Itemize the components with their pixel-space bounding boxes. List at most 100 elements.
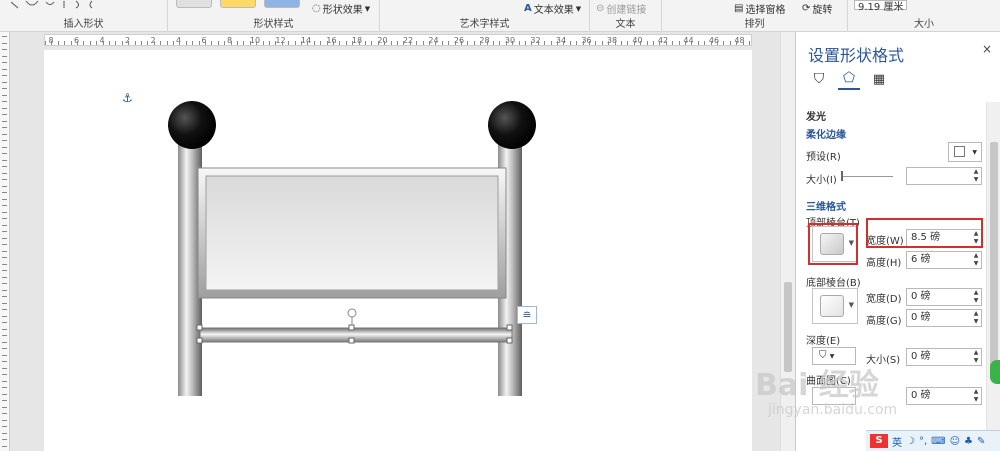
preset-dropdown[interactable]: ▼ — [948, 142, 982, 162]
shape-width-field[interactable]: 9.19 厘米 — [854, 0, 908, 13]
ruler-tick — [384, 41, 386, 45]
ruler-tick — [313, 41, 315, 45]
selection-pane-icon: ▤ — [734, 3, 744, 14]
size-label: 大小(I) — [806, 175, 837, 186]
selection-pane-button[interactable]: ▤ 选择窗格 — [734, 1, 785, 16]
size-slider[interactable] — [841, 176, 893, 177]
pane-scrollbar[interactable] — [986, 102, 1000, 451]
ruler-tick — [294, 41, 296, 45]
ruler-tick — [627, 41, 629, 45]
top-height-label: 高度(H) — [866, 258, 902, 269]
ruler-tick — [2, 198, 7, 200]
rotate-label: 旋转 — [812, 5, 833, 16]
tab-size-properties[interactable]: ▦ — [868, 68, 890, 90]
top-height-value: 6 磅 — [911, 254, 931, 265]
spin-arrows[interactable]: ▲ ▼ — [971, 310, 981, 326]
text-effect-button[interactable]: A 文本效果 ▼ — [524, 1, 581, 16]
ruler-tick — [198, 41, 200, 45]
ruler-tick — [2, 367, 7, 369]
ruler-tick — [685, 41, 686, 45]
ruler-tick — [2, 172, 7, 174]
style-swatch-yellow[interactable] — [220, 0, 256, 8]
spin-arrows[interactable]: ▲ ▼ — [971, 349, 981, 365]
spin-arrows[interactable]: ▲ ▼ — [971, 168, 981, 184]
group-label-text: 文本 — [615, 19, 636, 30]
section-3d-format[interactable]: 三维格式 — [806, 198, 846, 213]
document-area: 8642246810121416182022242628303234363840… — [0, 32, 795, 451]
ruler-tick — [710, 41, 712, 45]
ruler-tick — [589, 41, 590, 45]
bottom-width-input[interactable]: 0 磅 ▲ ▼ — [906, 288, 982, 306]
ruler-tick — [2, 146, 7, 148]
spin-arrows[interactable]: ▲ ▼ — [971, 388, 981, 404]
ruler-tick — [653, 41, 654, 45]
ruler-tick — [576, 41, 578, 45]
scroll-thumb[interactable] — [784, 282, 792, 372]
ruler-tick — [448, 41, 450, 45]
spin-arrows[interactable]: ▲ ▼ — [971, 252, 981, 268]
sogou-icon[interactable]: S — [870, 434, 888, 448]
tab-effects[interactable]: ⬠ — [838, 68, 860, 90]
ruler-tick — [736, 41, 738, 45]
chevron-down-icon: ▼ — [575, 4, 582, 13]
ruler-tick — [493, 41, 494, 45]
size-slider-handle[interactable] — [841, 171, 843, 181]
horizontal-ruler: 8642246810121416182022242628303234363840… — [44, 34, 752, 46]
moon-icon[interactable]: ☽ — [906, 436, 915, 447]
depth-size-input[interactable]: 0 磅 ▲ ▼ — [906, 348, 982, 366]
top-height-input[interactable]: 6 磅 ▲ ▼ — [906, 251, 982, 269]
pane-scroll-thumb[interactable] — [990, 142, 998, 372]
ime-language[interactable]: 英 — [892, 434, 902, 449]
ruler-tick — [608, 41, 610, 45]
section-soft-edges[interactable]: 柔化边缘 — [806, 126, 846, 141]
document-page[interactable]: ⚓ ≘ — [44, 50, 752, 451]
spin-arrows[interactable]: ▲ ▼ — [971, 289, 981, 305]
signboard-drawing[interactable] — [162, 80, 662, 440]
bottom-height-input[interactable]: 0 磅 ▲ ▼ — [906, 309, 982, 327]
ruler-tick — [2, 36, 7, 37]
ruler-tick — [422, 41, 424, 45]
ruler-tick — [2, 55, 7, 57]
tools-icon[interactable]: ✎ — [977, 436, 985, 447]
ruler-tick — [256, 41, 258, 45]
shape-gallery[interactable] — [6, 0, 156, 9]
ruler-tick — [518, 41, 520, 45]
text-group: ⊝ 创建链接 文本 — [590, 0, 662, 32]
ruler-tick — [2, 374, 7, 375]
right-ball — [488, 101, 536, 149]
ruler-tick — [2, 211, 7, 213]
tab-fill-line[interactable]: ⛉ — [808, 68, 830, 90]
group-label-size: 大小 — [914, 19, 934, 30]
size-input[interactable]: ▲ ▼ — [906, 167, 982, 185]
ruler-number: 12 — [275, 36, 286, 45]
punctuation-icon[interactable]: °, — [919, 436, 927, 447]
shape-effect-button[interactable]: ◌ 形状效果 ▼ — [312, 1, 370, 16]
ime-toolbar: S 英 ☽ °, ⌨ ☺ ♣ ✎ — [866, 430, 1000, 451]
sign-panel — [205, 175, 499, 291]
assistant-bubble[interactable] — [990, 360, 1000, 384]
layout-options-icon[interactable]: ≘ — [517, 306, 537, 324]
rotate-button[interactable]: ⟳ 旋转 — [802, 1, 832, 16]
ruler-tick — [301, 41, 302, 45]
ruler-tick — [224, 41, 226, 45]
person-icon[interactable]: ☺ — [950, 436, 960, 447]
chevron-down-icon: ▼ — [848, 301, 854, 309]
style-swatch-gray[interactable] — [176, 0, 212, 8]
ruler-number: 18 — [351, 36, 363, 45]
skin-icon[interactable]: ♣ — [964, 436, 973, 447]
ruler-tick — [2, 426, 7, 427]
rotate-handle-icon[interactable] — [347, 308, 357, 318]
keyboard-icon[interactable]: ⌨ — [931, 436, 945, 447]
ruler-tick — [365, 41, 366, 45]
bottom-bevel-dropdown[interactable]: ▼ — [812, 288, 858, 324]
close-icon[interactable]: × — [982, 42, 992, 56]
ruler-tick — [409, 41, 411, 45]
ruler-tick — [2, 309, 7, 310]
ruler-tick — [441, 41, 443, 45]
style-swatch-blue[interactable] — [264, 0, 300, 8]
contour-size-input[interactable]: 0 磅 ▲ ▼ — [906, 387, 982, 405]
create-link-button[interactable]: ⊝ 创建链接 — [596, 1, 646, 16]
bottom-height-label: 高度(G) — [866, 316, 902, 327]
section-glow[interactable]: 发光 — [806, 108, 826, 123]
ruler-tick — [262, 41, 264, 45]
